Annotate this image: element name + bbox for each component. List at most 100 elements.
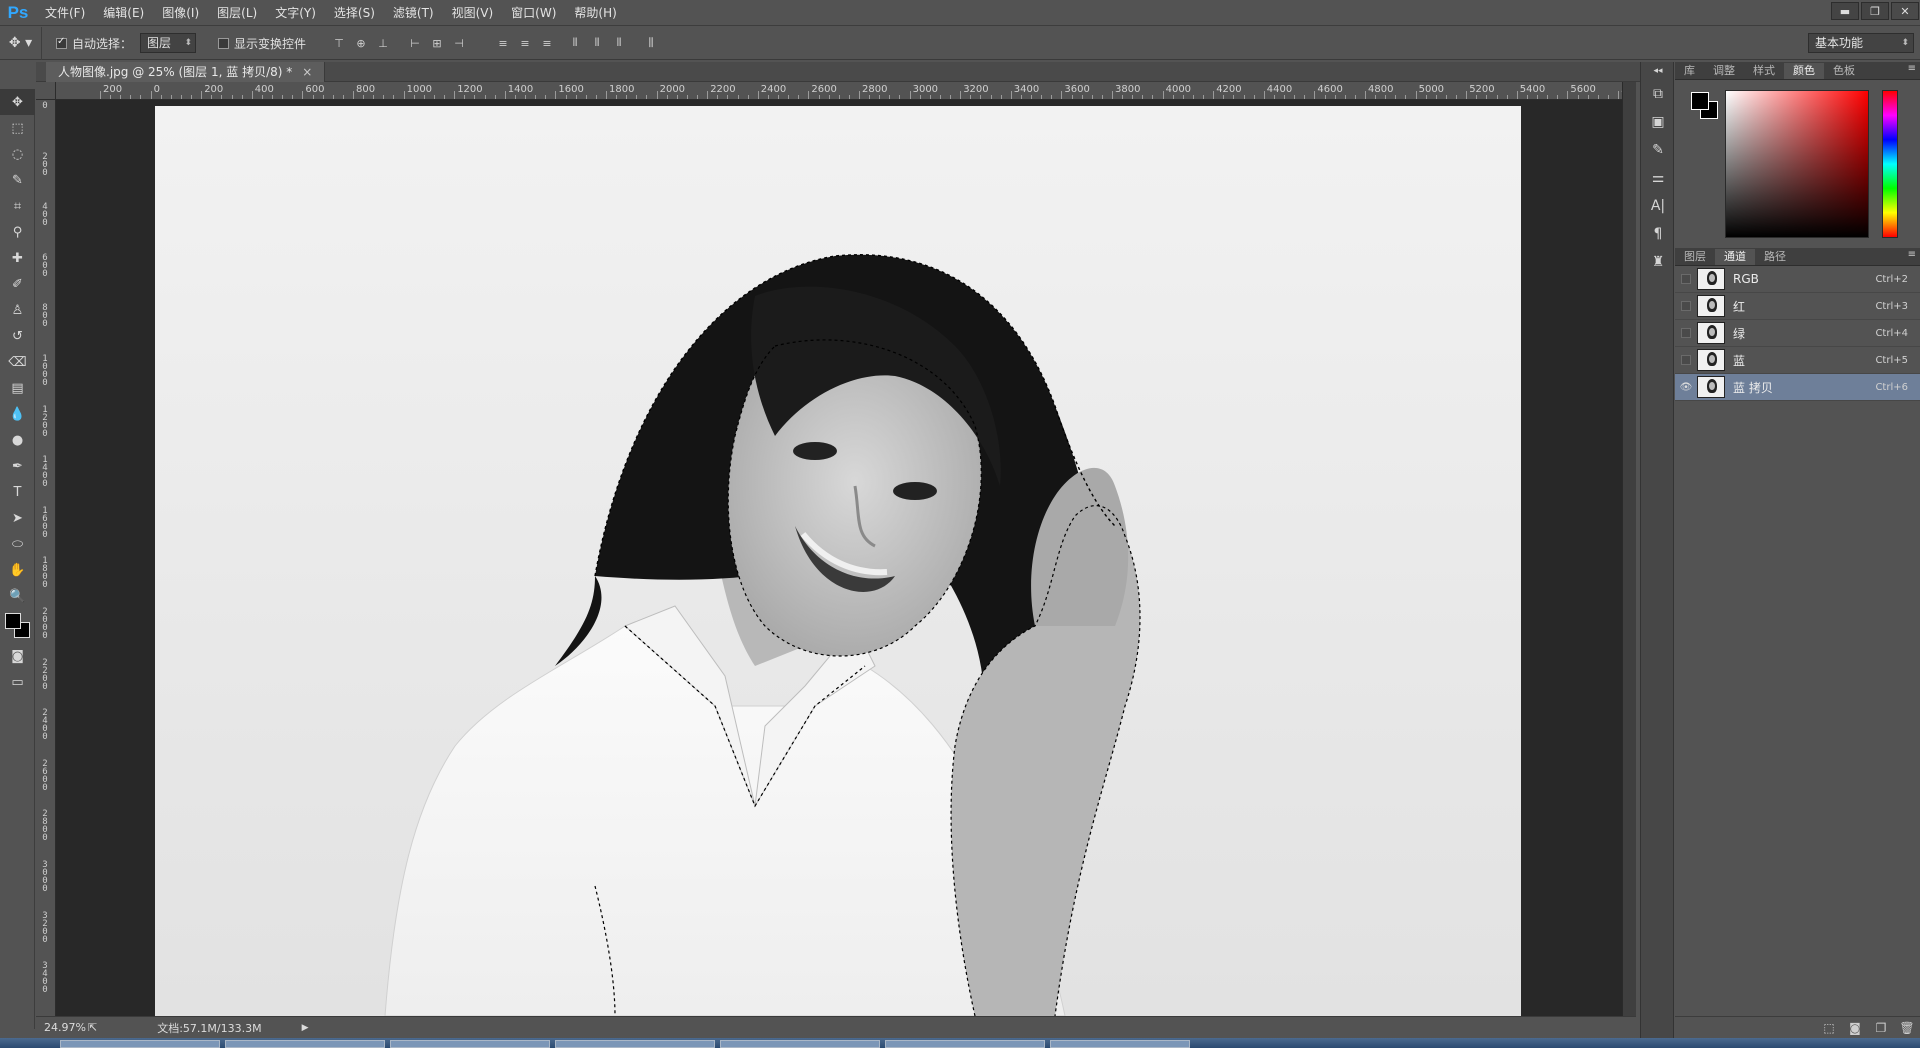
zoom-tool-icon[interactable]: 🔍 <box>0 583 35 609</box>
minimize-button[interactable]: ▬ <box>1831 2 1859 20</box>
menu-item-3[interactable]: 图层(L) <box>208 0 266 26</box>
visibility-toggle[interactable] <box>1675 320 1697 347</box>
channel-row[interactable]: RGB Ctrl+2 <box>1675 266 1920 293</box>
align-horizontal-centers-icon[interactable]: ⊞ <box>426 33 448 53</box>
vertical-scrollbar[interactable] <box>1622 82 1636 1016</box>
paragraph-panel-icon[interactable]: ¶ <box>1641 220 1675 248</box>
channels-panel-menu-icon[interactable]: ≡ <box>1908 249 1916 260</box>
restore-button[interactable]: ❐ <box>1861 2 1889 20</box>
distribute-top-icon[interactable]: ≡ <box>492 33 514 53</box>
document-canvas[interactable] <box>155 106 1521 1016</box>
brush-presets-icon[interactable]: ⚌ <box>1641 164 1675 192</box>
eyedropper-tool-icon[interactable]: ⚲ <box>0 219 35 245</box>
taskbar-button[interactable] <box>60 1040 220 1048</box>
color-swatches[interactable] <box>0 609 35 643</box>
visibility-toggle[interactable] <box>1675 266 1697 293</box>
load-channel-selection-icon[interactable]: ⬚ <box>1816 1021 1842 1035</box>
healing-brush-tool-icon[interactable]: ✚ <box>0 245 35 271</box>
color-panel-tab-4[interactable]: 色板 <box>1824 63 1864 79</box>
channels-panel-tab-2[interactable]: 路径 <box>1755 249 1795 265</box>
workspace-select[interactable]: 基本功能 <box>1808 33 1914 53</box>
taskbar-button[interactable] <box>225 1040 385 1048</box>
new-channel-icon[interactable]: ❐ <box>1868 1021 1894 1035</box>
canvas-area[interactable] <box>56 100 1622 1016</box>
history-brush-tool-icon[interactable]: ↺ <box>0 323 35 349</box>
export-icon[interactable]: ⇱ <box>88 1021 97 1034</box>
type-tool-icon[interactable]: T <box>0 479 35 505</box>
channel-row[interactable]: 蓝 Ctrl+5 <box>1675 347 1920 374</box>
visibility-toggle[interactable] <box>1675 293 1697 320</box>
color-panel-foreground[interactable] <box>1691 92 1709 110</box>
color-panel-tab-1[interactable]: 调整 <box>1704 63 1744 79</box>
distribute-hcenter-icon[interactable]: ⫴ <box>586 33 608 53</box>
vertical-ruler[interactable]: 0 200 400 600 800 1000 1200 1400 1600 1800 2000 220… <box>36 100 56 1016</box>
menu-item-4[interactable]: 文字(Y) <box>266 0 325 26</box>
marquee-tool-icon[interactable]: ⬚ <box>0 115 35 141</box>
taskbar-button[interactable] <box>555 1040 715 1048</box>
channels-panel-tab-0[interactable]: 图层 <box>1675 249 1715 265</box>
align-vertical-centers-icon[interactable]: ⊕ <box>350 33 372 53</box>
color-panel-tab-3[interactable]: 颜色 <box>1784 63 1824 79</box>
taskbar-button[interactable] <box>885 1040 1045 1048</box>
show-transform-check[interactable] <box>218 37 230 49</box>
delete-channel-icon[interactable]: 🗑 <box>1894 1021 1920 1035</box>
taskbar-button[interactable] <box>390 1040 550 1048</box>
distribute-right-icon[interactable]: ⫴ <box>608 33 630 53</box>
save-selection-icon[interactable]: ◙ <box>1842 1021 1868 1035</box>
dodge-tool-icon[interactable]: ● <box>0 427 35 453</box>
horizontal-ruler[interactable]: 200 0 200 400 600 800 1000 1200 1400 1600 1800 2000… <box>56 82 1622 100</box>
visibility-toggle[interactable] <box>1675 347 1697 374</box>
align-bottom-edges-icon[interactable]: ⊥ <box>372 33 394 53</box>
distribute-vcenter-icon[interactable]: ≡ <box>514 33 536 53</box>
auto-select-target-select[interactable]: 图层 <box>140 33 197 53</box>
channel-row[interactable]: 红 Ctrl+3 <box>1675 293 1920 320</box>
status-menu-arrow-icon[interactable]: ▶ <box>302 1023 309 1033</box>
auto-select-check[interactable] <box>56 36 67 49</box>
color-panel-tab-2[interactable]: 样式 <box>1744 63 1784 79</box>
hue-slider[interactable] <box>1882 90 1898 238</box>
close-tab-icon[interactable]: × <box>302 65 312 79</box>
ruler-origin[interactable] <box>36 82 56 100</box>
character-panel-icon[interactable]: A| <box>1641 192 1675 220</box>
taskbar-button[interactable] <box>1050 1040 1190 1048</box>
foreground-color-swatch[interactable] <box>5 613 21 629</box>
actions-panel-icon[interactable]: ▣ <box>1641 108 1675 136</box>
clone-source-icon[interactable]: ♜ <box>1641 248 1675 276</box>
menu-item-0[interactable]: 文件(F) <box>36 0 94 26</box>
color-picker-field[interactable] <box>1725 90 1869 238</box>
menu-item-8[interactable]: 窗口(W) <box>502 0 565 26</box>
document-tab[interactable]: 人物图像.jpg @ 25% (图层 1, 蓝 拷贝/8) * × <box>46 62 326 82</box>
lasso-tool-icon[interactable]: ◌ <box>0 141 35 167</box>
show-transform-checkbox[interactable]: 显示变换控件 <box>218 35 306 52</box>
crop-tool-icon[interactable]: ⌗ <box>0 193 35 219</box>
menu-item-6[interactable]: 滤镜(T) <box>384 0 443 26</box>
ellipse-tool-icon[interactable]: ⬭ <box>0 531 35 557</box>
clone-stamp-tool-icon[interactable]: ♙ <box>0 297 35 323</box>
gradient-tool-icon[interactable]: ▤ <box>0 375 35 401</box>
path-selection-tool-icon[interactable]: ➤ <box>0 505 35 531</box>
hand-tool-icon[interactable]: ✋ <box>0 557 35 583</box>
tool-preset-picker[interactable]: ✥ ▾ <box>0 26 42 60</box>
brush-panel-icon[interactable]: ✎ <box>1641 136 1675 164</box>
collapse-dock-icon[interactable]: ◂◂ <box>1641 62 1675 80</box>
eye-icon[interactable]: 👁 <box>1675 374 1697 401</box>
blur-tool-icon[interactable]: 💧 <box>0 401 35 427</box>
zoom-level[interactable]: 24.97% <box>36 1021 88 1034</box>
channel-row[interactable]: 绿 Ctrl+4 <box>1675 320 1920 347</box>
brush-tool-icon[interactable]: ✐ <box>0 271 35 297</box>
eraser-tool-icon[interactable]: ⌫ <box>0 349 35 375</box>
close-button[interactable]: ✕ <box>1891 2 1919 20</box>
menu-item-9[interactable]: 帮助(H) <box>565 0 625 26</box>
align-left-edges-icon[interactable]: ⊢ <box>404 33 426 53</box>
pen-tool-icon[interactable]: ✒ <box>0 453 35 479</box>
history-panel-icon[interactable]: ⧉ <box>1641 80 1675 108</box>
distribute-left-icon[interactable]: ⫴ <box>564 33 586 53</box>
panel-menu-icon[interactable]: ≡ <box>1908 63 1916 74</box>
auto-align-layers-icon[interactable]: ⫼ <box>640 33 662 53</box>
auto-select-checkbox[interactable]: 自动选择： <box>56 35 132 52</box>
color-panel-tab-0[interactable]: 库 <box>1675 63 1704 79</box>
menu-item-5[interactable]: 选择(S) <box>325 0 384 26</box>
align-right-edges-icon[interactable]: ⊣ <box>448 33 470 53</box>
menu-item-1[interactable]: 编辑(E) <box>94 0 153 26</box>
align-top-edges-icon[interactable]: ⊤ <box>328 33 350 53</box>
